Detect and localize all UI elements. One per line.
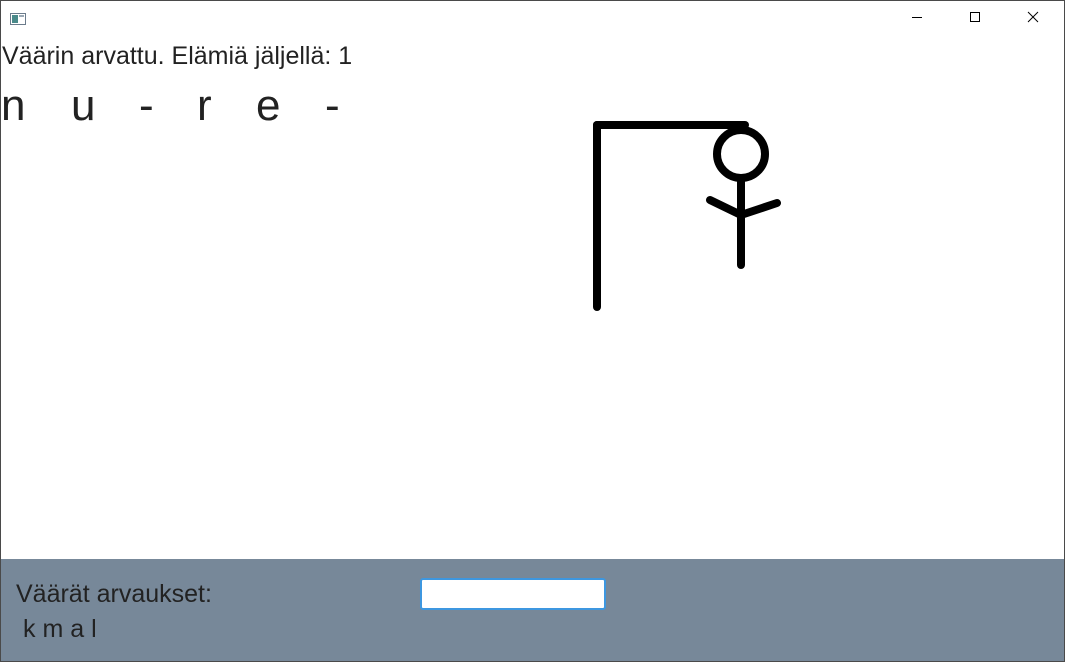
status-message: Väärin arvattu. Elämiä jäljellä: 1 xyxy=(2,42,353,70)
hangman-drawing xyxy=(593,121,781,311)
hangman-head xyxy=(713,126,769,182)
app-icon xyxy=(10,12,26,25)
guess-input[interactable] xyxy=(420,578,606,610)
minimize-button[interactable] xyxy=(888,1,946,37)
minimize-icon xyxy=(911,10,923,28)
word-letter: e xyxy=(256,81,281,130)
word-letter: n xyxy=(1,81,26,130)
wrong-guesses-label: Väärät arvaukset: xyxy=(16,580,212,608)
word-letter: - xyxy=(139,81,154,130)
game-window: Väärin arvattu. Elämiä jäljellä: 1 n u -… xyxy=(0,0,1065,662)
word-letter: u xyxy=(71,81,96,130)
title-bar[interactable] xyxy=(1,1,1064,37)
close-button[interactable] xyxy=(1004,1,1062,37)
hangman-right-arm xyxy=(737,199,781,219)
word-letter: r xyxy=(197,81,212,130)
guess-panel: Väärät arvaukset: k m a l xyxy=(1,559,1064,661)
wrong-guesses-list: k m a l xyxy=(23,615,97,643)
maximize-icon xyxy=(969,10,981,28)
close-icon xyxy=(1027,10,1039,28)
word-letter: - xyxy=(325,81,340,130)
maximize-button[interactable] xyxy=(946,1,1004,37)
hangman-left-arm xyxy=(706,196,745,219)
